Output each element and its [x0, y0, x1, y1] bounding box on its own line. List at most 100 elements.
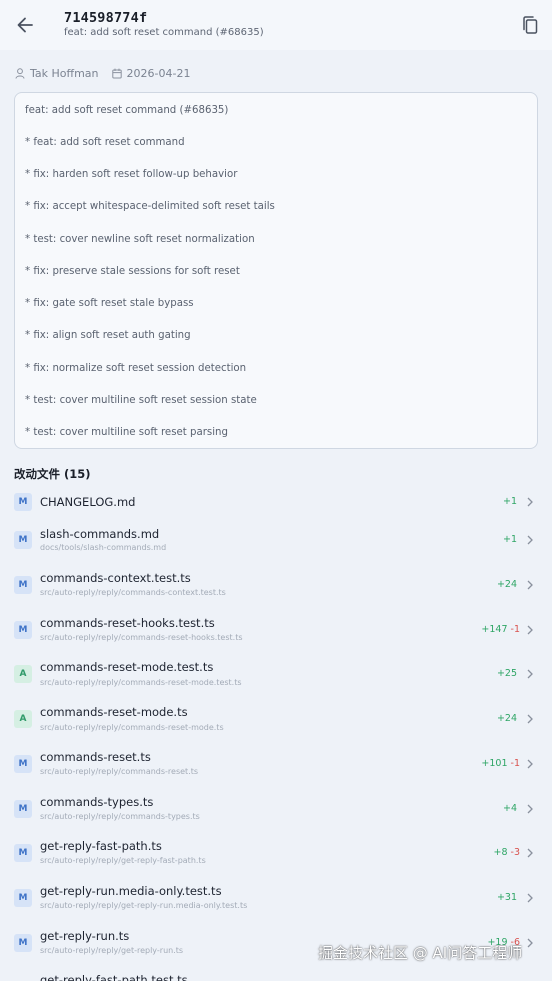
commit-message-line: * fix: preserve stale sessions for soft …: [25, 266, 240, 277]
file-path: src/auto-reply/reply/commands-context.te…: [40, 588, 226, 597]
commit-sha: 714598774f: [64, 10, 148, 26]
commit-meta: Tak Hoffman 2026-04-21: [15, 66, 190, 80]
commit-message-line: * fix: harden soft reset follow-up behav…: [25, 169, 238, 180]
app-header: 714598774f feat: add soft reset command …: [0, 0, 552, 50]
chevron-right-icon: [527, 669, 533, 679]
file-additions: +24: [496, 579, 517, 590]
file-path: src/auto-reply/reply/get-reply-fast-path…: [40, 856, 206, 865]
file-path: src/auto-reply/reply/commands-reset.ts: [40, 767, 199, 776]
file-row[interactable]: M slash-commands.md docs/tools/slash-com…: [0, 518, 552, 562]
file-additions: +147: [481, 624, 508, 635]
file-name: get-reply-fast-path.ts: [40, 839, 162, 853]
calendar-icon: [111, 68, 122, 78]
file-path: docs/tools/slash-commands.md: [40, 543, 167, 552]
file-additions: +8: [493, 847, 508, 858]
commit-message-line: * test: cover multiline soft reset parsi…: [25, 427, 228, 438]
chevron-right-icon: [527, 535, 533, 545]
file-status-badge: M: [14, 934, 32, 952]
file-path: src/auto-reply/reply/commands-reset-mode…: [40, 678, 242, 687]
file-stats: +4: [503, 803, 520, 814]
file-stats: +31: [497, 892, 520, 903]
author-name: Tak Hoffman: [30, 66, 99, 80]
file-row[interactable]: A commands-reset-mode.test.ts src/auto-r…: [0, 652, 552, 696]
file-stats: +8 -3: [494, 847, 521, 858]
file-additions: +24: [496, 713, 517, 724]
file-name: commands-reset-mode.test.ts: [40, 660, 214, 674]
commit-message-line: * test: cover newline soft reset normali…: [25, 234, 255, 245]
commit-message-line: * test: cover multiline soft reset sessi…: [25, 395, 257, 406]
file-name: CHANGELOG.md: [40, 495, 136, 509]
file-path: src/auto-reply/reply/commands-types.ts: [40, 812, 200, 821]
commit-message-line: * fix: gate soft reset stale bypass: [25, 298, 194, 309]
chevron-right-icon: [527, 497, 533, 507]
file-stats: +1: [503, 534, 520, 545]
arrow-left-icon[interactable]: [14, 14, 36, 36]
person-icon: [15, 67, 25, 79]
chevron-right-icon: [527, 848, 533, 858]
commit-message-line: * fix: align soft reset auth gating: [25, 330, 191, 341]
file-additions: +101: [481, 758, 508, 769]
file-path: src/auto-reply/reply/get-reply-run.media…: [40, 901, 248, 910]
file-row[interactable]: M get-reply-run.media-only.test.ts src/a…: [0, 876, 552, 920]
file-deletions: -1: [510, 758, 520, 769]
file-deletions: -1: [510, 624, 520, 635]
file-path: src/auto-reply/reply/commands-reset-hook…: [40, 633, 243, 642]
file-stats: +147 -1: [481, 624, 520, 635]
chevron-right-icon: [527, 580, 533, 590]
commit-message-line: feat: add soft reset command (#68635): [25, 105, 229, 116]
file-status-badge: M: [14, 576, 32, 594]
chevron-right-icon: [527, 625, 533, 635]
chevron-right-icon: [527, 714, 533, 724]
file-row[interactable]: M commands-context.test.ts src/auto-repl…: [0, 563, 552, 607]
file-row[interactable]: M commands-reset.ts src/auto-reply/reply…: [0, 742, 552, 786]
file-name: get-reply-fast-path.test.ts: [40, 973, 188, 981]
file-status-badge: M: [14, 755, 32, 773]
copy-icon[interactable]: [521, 15, 539, 35]
commit-message-line: * feat: add soft reset command: [25, 137, 185, 148]
file-row[interactable]: get-reply-fast-path.test.ts: [0, 965, 552, 981]
file-name: commands-types.ts: [40, 795, 154, 809]
file-additions: +25: [496, 668, 517, 679]
file-name: commands-reset-hooks.test.ts: [40, 616, 215, 630]
chevron-right-icon: [527, 893, 533, 903]
watermark: 掘金技术社区 @ AI问答工程师: [318, 944, 523, 962]
chevron-right-icon: [527, 938, 533, 948]
commit-subtitle: feat: add soft reset command (#68635): [64, 27, 264, 38]
file-path: src/auto-reply/reply/get-reply-run.ts: [40, 946, 184, 955]
file-status-badge: M: [14, 889, 32, 907]
commit-message-line: * fix: normalize soft reset session dete…: [25, 363, 247, 374]
file-name: slash-commands.md: [40, 527, 160, 541]
file-status-badge: A: [14, 710, 32, 728]
file-additions: +1: [502, 496, 517, 507]
file-status-badge: M: [14, 531, 32, 549]
commit-date: 2026-04-21: [126, 66, 191, 80]
file-additions: +1: [502, 534, 517, 545]
file-row[interactable]: A commands-reset-mode.ts src/auto-reply/…: [0, 697, 552, 741]
file-status-badge: M: [14, 800, 32, 818]
chevron-right-icon: [527, 759, 533, 769]
file-status-badge: M: [14, 844, 32, 862]
chevron-right-icon: [527, 804, 533, 814]
file-row[interactable]: M commands-reset-hooks.test.ts src/auto-…: [0, 608, 552, 652]
commit-message-box: feat: add soft reset command (#68635) * …: [14, 92, 538, 449]
file-stats: +101 -1: [481, 758, 520, 769]
file-stats: +24: [497, 579, 520, 590]
file-row[interactable]: M commands-types.ts src/auto-reply/reply…: [0, 787, 552, 831]
file-stats: +1: [503, 496, 520, 507]
commit-message-line: * fix: accept whitespace-delimited soft …: [25, 201, 275, 212]
file-status-badge: A: [14, 665, 32, 683]
file-name: get-reply-run.media-only.test.ts: [40, 884, 222, 898]
file-name: commands-reset-mode.ts: [40, 705, 188, 719]
file-deletions: -3: [510, 847, 520, 858]
file-status-badge: M: [14, 493, 32, 511]
file-additions: +4: [502, 803, 517, 814]
file-row[interactable]: M CHANGELOG.md +1: [0, 479, 552, 523]
file-name: get-reply-run.ts: [40, 929, 130, 943]
file-stats: +25: [497, 668, 520, 679]
file-row[interactable]: M get-reply-fast-path.ts src/auto-reply/…: [0, 831, 552, 875]
file-name: commands-context.test.ts: [40, 571, 191, 585]
file-additions: +31: [496, 892, 517, 903]
file-path: src/auto-reply/reply/commands-reset-mode…: [40, 723, 224, 732]
file-stats: +24: [497, 713, 520, 724]
file-status-badge: M: [14, 621, 32, 639]
